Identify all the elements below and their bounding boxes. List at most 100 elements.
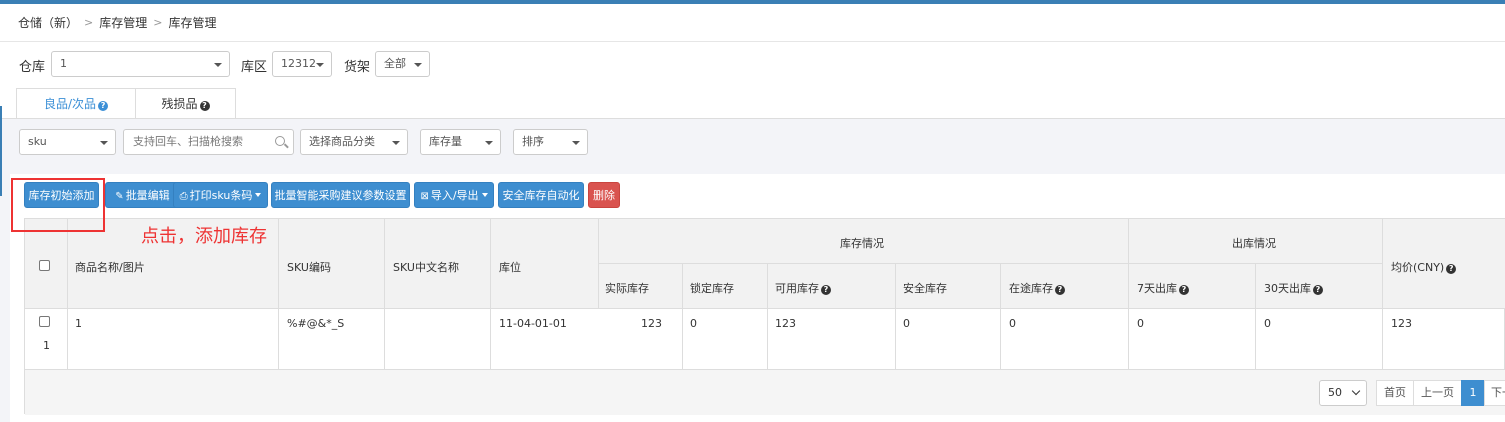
header-location: 库位 <box>499 261 521 274</box>
caret-down-icon <box>485 141 493 145</box>
search-field-select[interactable]: sku <box>19 129 116 155</box>
help-icon[interactable]: ? <box>821 285 831 295</box>
row-available: 123 <box>775 317 796 330</box>
warehouse-select[interactable]: 1 <box>51 51 230 77</box>
table-footer: 50 首页 上一页 1 下一 <box>25 369 1505 415</box>
chevron-down-icon <box>1351 386 1361 396</box>
tab-label: 残损品 <box>161 97 198 111</box>
safety-stock-auto-button[interactable]: 安全库存自动化 <box>498 182 584 208</box>
search-icon[interactable] <box>275 136 285 146</box>
import-export-label: 导入/导出 <box>430 189 479 202</box>
edit-icon: ✎ <box>115 191 124 202</box>
caret-down-icon <box>255 193 262 197</box>
prev-page-button[interactable]: 上一页 <box>1413 380 1462 406</box>
header-locked: 锁定库存 <box>690 282 734 295</box>
header-name: 商品名称/图片 <box>75 261 145 274</box>
left-edge-strip <box>0 106 2 196</box>
shelf-select[interactable]: 全部 <box>375 51 430 77</box>
row-in-transit: 0 <box>1009 317 1016 330</box>
row-location: 11-04-01-01 <box>499 317 567 330</box>
smart-purchase-button[interactable]: 批量智能采购建议参数设置 <box>271 182 410 208</box>
breadcrumb-level1[interactable]: 库存管理 <box>99 14 147 31</box>
inventory-panel: 库存初始添加 ✎ 批量编辑 ⎙ 打印sku条码 批量智能采购建议参数设置 ⊠ 导入/导… <box>10 174 1505 422</box>
row-checkbox[interactable] <box>39 316 50 327</box>
header-actual: 实际库存 <box>605 282 649 295</box>
header-stock-group: 库存情况 <box>840 237 884 250</box>
prev-page-label: 上一页 <box>1421 386 1454 399</box>
header-sku: SKU编码 <box>287 261 331 274</box>
current-page-button[interactable]: 1 <box>1461 380 1485 406</box>
caret-down-icon <box>572 141 580 145</box>
tab-damaged[interactable]: 残损品? <box>136 88 236 119</box>
caret-down-icon <box>100 141 108 145</box>
page-size-value: 50 <box>1328 386 1342 399</box>
header-out30: 30天出库? <box>1264 280 1323 296</box>
delete-label: 删除 <box>593 189 615 202</box>
row-locked: 0 <box>690 317 697 330</box>
header-out-group: 出库情况 <box>1232 237 1276 250</box>
table-row: 1 1 %#@&*_S 11-04-01-01 123 0 123 0 0 0 … <box>25 309 1505 369</box>
row-safety: 0 <box>903 317 910 330</box>
help-icon[interactable]: ? <box>98 101 109 111</box>
row-out30: 0 <box>1264 317 1271 330</box>
highlight-box <box>11 178 105 232</box>
batch-edit-button[interactable]: ✎ 批量编辑 <box>105 182 180 208</box>
page-size-select[interactable]: 50 <box>1319 380 1367 406</box>
stock-qty-value: 库存量 <box>429 135 462 148</box>
shelf-label: 货架 <box>344 60 371 75</box>
help-icon[interactable]: ? <box>1179 285 1189 295</box>
category-value: 选择商品分类 <box>309 135 375 148</box>
caret-down-icon <box>316 63 324 67</box>
tab-good-defective[interactable]: 良品/次品? <box>16 88 136 119</box>
breadcrumb-separator: > <box>84 16 94 29</box>
delete-button[interactable]: 删除 <box>588 182 620 208</box>
row-index: 1 <box>43 339 50 352</box>
search-input[interactable]: 支持回车、扫描枪搜索 <box>123 129 294 155</box>
zone-select[interactable]: 12312 <box>272 51 332 77</box>
breadcrumb-level2: 库存管理 <box>168 16 217 30</box>
breadcrumb-separator: > <box>153 16 163 29</box>
tab-label: 良品/次品 <box>43 97 97 111</box>
header-sku-cn: SKU中文名称 <box>393 261 459 274</box>
row-actual: 123 <box>641 317 662 330</box>
help-icon[interactable]: ? <box>1446 264 1457 274</box>
help-icon[interactable]: ? <box>1313 285 1323 295</box>
safety-auto-label: 安全库存自动化 <box>502 189 580 202</box>
next-page-label: 下一 <box>1491 386 1505 399</box>
batch-edit-label: 批量编辑 <box>125 189 170 202</box>
warehouse-label: 仓库 <box>19 60 46 75</box>
warehouse-value: 1 <box>60 57 67 70</box>
search-placeholder: 支持回车、扫描枪搜索 <box>133 135 243 148</box>
print-sku-button[interactable]: ⎙ 打印sku条码 <box>173 182 268 208</box>
search-filter-bar: sku 支持回车、扫描枪搜索 选择商品分类 库存量 排序 <box>0 118 1505 164</box>
main-content: 仓库 1 库区 12312 货架 全部 良品/次品? 残损品? sku 支持回车… <box>0 42 1505 422</box>
sort-value: 排序 <box>522 135 544 148</box>
zone-label: 库区 <box>241 60 268 75</box>
next-page-button[interactable]: 下一 <box>1484 380 1505 406</box>
header-safety: 安全库存 <box>903 282 947 295</box>
header-avg-price: 均价(CNY)? <box>1391 259 1457 275</box>
first-page-label: 首页 <box>1384 386 1406 399</box>
breadcrumb-root[interactable]: 仓储（新） <box>18 14 78 31</box>
current-page-label: 1 <box>1469 386 1477 399</box>
row-sku: %#@&*_S <box>287 317 345 330</box>
header-in-transit: 在途库存? <box>1009 280 1065 296</box>
annotation-text: 点击，添加库存 <box>141 226 267 247</box>
row-out7: 0 <box>1137 317 1144 330</box>
import-export-button[interactable]: ⊠ 导入/导出 <box>414 182 494 208</box>
shelf-value: 全部 <box>384 57 406 70</box>
print-sku-label: 打印sku条码 <box>189 189 253 202</box>
sort-select[interactable]: 排序 <box>513 129 588 155</box>
first-page-button[interactable]: 首页 <box>1376 380 1414 406</box>
caret-down-icon <box>392 141 400 145</box>
stock-qty-select[interactable]: 库存量 <box>420 129 501 155</box>
zone-value: 12312 <box>281 57 316 70</box>
help-icon[interactable]: ? <box>1055 285 1065 295</box>
select-all-checkbox[interactable] <box>39 260 50 271</box>
row-name: 1 <box>75 317 82 330</box>
help-icon[interactable]: ? <box>199 101 210 111</box>
caret-down-icon <box>214 63 222 67</box>
category-select[interactable]: 选择商品分类 <box>300 129 408 155</box>
file-export-icon: ⊠ <box>420 191 429 202</box>
row-avg-price: 123 <box>1391 317 1412 330</box>
